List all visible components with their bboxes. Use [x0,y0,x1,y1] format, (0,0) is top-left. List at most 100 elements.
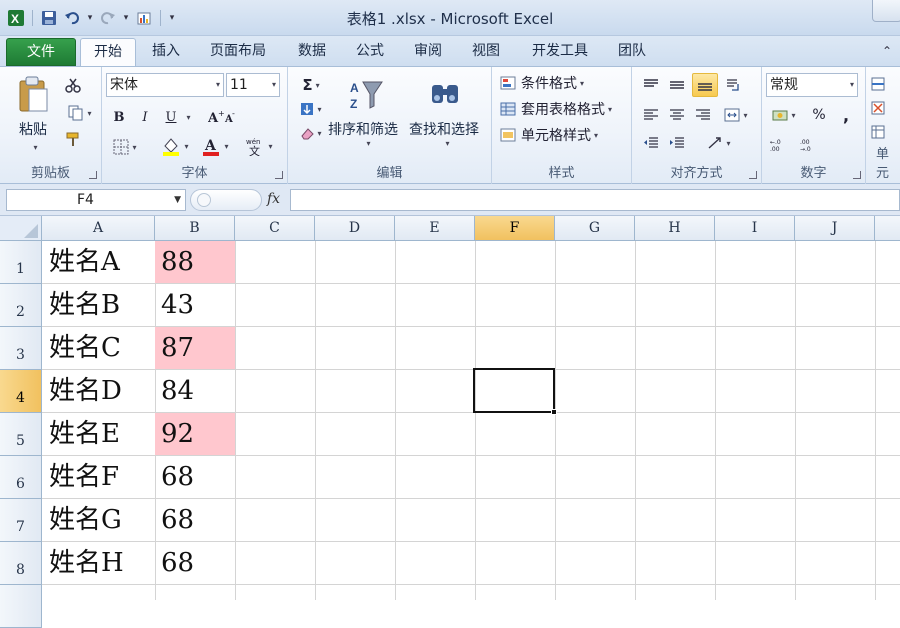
alignment-launcher-icon[interactable] [749,171,757,179]
orientation-icon[interactable] [722,75,746,95]
tab-insert[interactable]: 插入 [140,38,192,66]
merge-center-icon[interactable]: ▾ [720,105,752,125]
column-header-k[interactable] [875,216,900,241]
tab-team[interactable]: 团队 [608,38,656,66]
align-middle-icon[interactable] [666,75,688,95]
font-size-combo[interactable]: 11 ▾ [226,73,280,97]
format-cells-icon[interactable] [870,123,886,141]
percent-style-button[interactable]: % [810,105,828,125]
row-header-6[interactable]: 6 [0,456,42,499]
name-box[interactable]: F4 ▼ [6,189,186,211]
fill-handle[interactable] [551,409,557,415]
number-format-combo[interactable]: 常规 ▾ [766,73,858,97]
cell-a4[interactable]: 姓名D [43,370,155,412]
italic-button[interactable]: I [136,107,154,127]
delete-cells-icon[interactable] [870,99,886,117]
find-select-label[interactable]: 查找和选择 [409,119,479,139]
column-header-i[interactable]: I [715,216,795,241]
decrease-indent-icon[interactable] [640,133,662,153]
column-header-h[interactable]: H [635,216,715,241]
tab-review[interactable]: 审阅 [404,38,452,66]
tab-formulas[interactable]: 公式 [346,38,394,66]
autosum-icon[interactable]: Σ ▾ [296,75,326,95]
conditional-format-button[interactable]: 条件格式 ▾ [500,73,622,93]
copy-icon[interactable]: ▾ [62,103,98,123]
column-header-g[interactable]: G [555,216,635,241]
cell-a2[interactable]: 姓名B [43,284,155,326]
tab-file[interactable]: 文件 [6,38,76,66]
phonetic-guide-icon[interactable]: wén 文 ▾ [242,135,276,157]
align-left-icon[interactable] [640,105,662,125]
tab-home[interactable]: 开始 [80,38,136,66]
insert-function-button[interactable]: fx [267,191,280,207]
cell-b5[interactable]: 92 [155,413,235,455]
increase-font-icon[interactable]: A + A - [206,107,240,127]
cut-icon[interactable] [62,75,84,95]
worksheet-grid[interactable]: A B C D E F G H I J 1 2 3 4 5 6 7 8 姓名A … [0,216,900,628]
font-launcher-icon[interactable] [275,171,283,179]
align-right-icon[interactable] [692,105,714,125]
borders-icon[interactable]: ▾ [108,137,142,157]
cell-a5[interactable]: 姓名E [43,413,155,455]
row-header-3[interactable]: 3 [0,327,42,370]
increase-decimal-icon[interactable]: ←.0.00 [768,135,794,155]
row-header-7[interactable]: 7 [0,499,42,542]
font-name-combo[interactable]: 宋体 ▾ [106,73,224,97]
number-launcher-icon[interactable] [853,171,861,179]
align-bottom-button[interactable] [692,73,718,97]
fill-color-icon[interactable]: ▾ [156,135,194,157]
row-header-1[interactable]: 1 [0,241,42,284]
cell-a7[interactable]: 姓名G [43,499,155,541]
row-header-5[interactable]: 5 [0,413,42,456]
find-select-icon[interactable] [428,75,462,111]
cell-b2[interactable]: 43 [155,284,235,326]
align-top-icon[interactable] [640,75,662,95]
cell-b3[interactable]: 87 [155,327,235,369]
fill-icon[interactable]: ▾ [296,99,326,119]
cell-a3[interactable]: 姓名C [43,327,155,369]
align-center-icon[interactable] [666,105,688,125]
format-painter-icon[interactable] [62,129,84,149]
cell-a8[interactable]: 姓名H [43,542,155,584]
active-cell-f4[interactable] [473,368,557,415]
bold-button[interactable]: B [110,107,128,127]
paste-dropdown-icon[interactable]: ▾ [28,143,40,152]
format-as-table-button[interactable]: 套用表格格式 ▾ [500,99,630,119]
cell-b1[interactable]: 88 [155,241,235,283]
font-color-icon[interactable]: A ▾ [196,135,234,157]
paste-icon[interactable] [14,73,52,117]
underline-button[interactable]: U [162,107,180,127]
column-header-f[interactable]: F [475,216,555,241]
row-header-4[interactable]: 4 [0,370,42,413]
select-all-corner[interactable] [0,216,42,241]
column-header-e[interactable]: E [395,216,475,241]
increase-indent-icon[interactable] [666,133,688,153]
sort-filter-label[interactable]: 排序和筛选 [328,119,398,139]
cell-a1[interactable]: 姓名A [43,241,155,283]
accounting-format-icon[interactable]: ▾ [768,105,800,125]
find-select-dropdown-icon[interactable]: ▾ [440,139,452,148]
tab-developer[interactable]: 开发工具 [522,38,598,66]
formula-input[interactable] [290,189,900,211]
cell-b7[interactable]: 68 [155,499,235,541]
clipboard-launcher-icon[interactable] [89,171,97,179]
column-header-b[interactable]: B [155,216,235,241]
cell-b8[interactable]: 68 [155,542,235,584]
sort-filter-dropdown-icon[interactable]: ▾ [361,139,373,148]
formula-bar-splitter[interactable] [190,189,262,211]
clear-icon[interactable]: ▾ [296,123,326,143]
underline-dropdown-icon[interactable]: ▾ [182,107,192,127]
comma-style-button[interactable]: , [838,105,854,125]
cell-b4[interactable]: 84 [155,370,235,412]
row-header-9[interactable] [0,585,42,628]
decrease-decimal-icon[interactable]: .00 →.0 [798,135,824,155]
tab-page-layout[interactable]: 页面布局 [200,38,276,66]
name-box-dropdown-icon[interactable]: ▼ [174,190,181,210]
column-header-c[interactable]: C [235,216,315,241]
paste-label[interactable]: 粘贴 [19,119,47,139]
cell-styles-button[interactable]: 单元格样式 ▾ [500,125,622,145]
tab-view[interactable]: 视图 [462,38,510,66]
column-header-d[interactable]: D [315,216,395,241]
tab-data[interactable]: 数据 [288,38,336,66]
cell-a6[interactable]: 姓名F [43,456,155,498]
